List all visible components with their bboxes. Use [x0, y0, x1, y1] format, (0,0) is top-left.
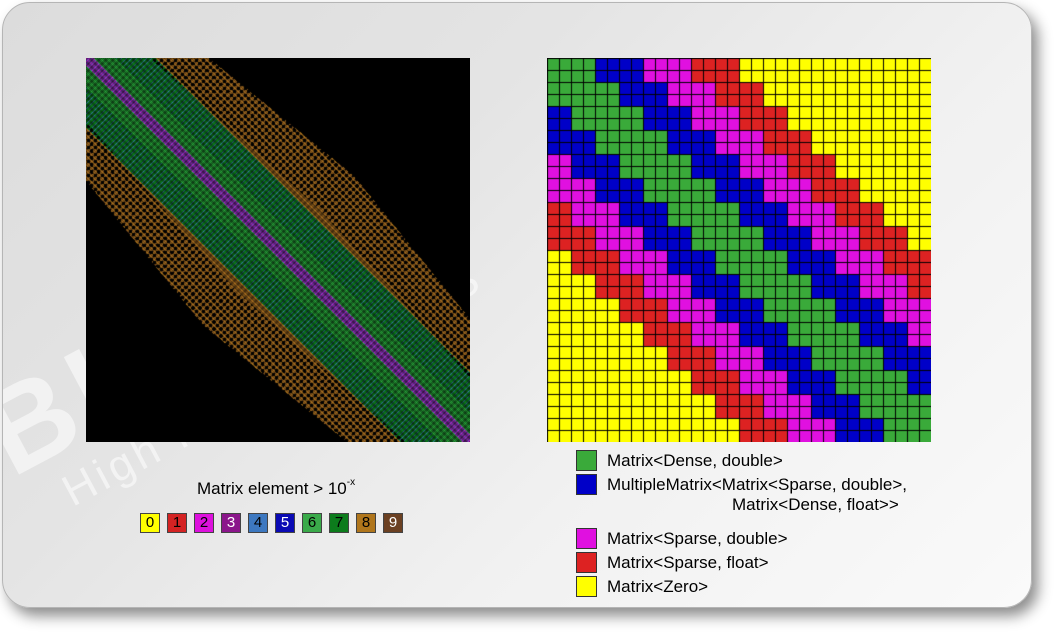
- legend-swatch: [576, 474, 597, 495]
- scale-box-0: 0: [140, 513, 160, 533]
- legend-swatch: [576, 552, 597, 573]
- legend-swatch: [576, 576, 597, 597]
- legend-label-line1: MultipleMatrix<Matrix<Sparse, double>,: [607, 475, 907, 494]
- scale-title-text: Matrix element > 10: [197, 479, 347, 498]
- legend-label: Matrix<Sparse, float>: [607, 553, 769, 573]
- legend-label: Matrix<Sparse, double>: [607, 529, 788, 549]
- legend-label: Matrix<Zero>: [607, 577, 708, 597]
- legend-label-line1: Matrix<Sparse, double>: [607, 529, 788, 548]
- legend-label-line1: Matrix<Sparse, float>: [607, 553, 769, 572]
- scale-title-exponent: -x: [346, 477, 356, 489]
- magnitude-color-scale: 0123456789: [140, 513, 403, 533]
- scale-box-5: 5: [275, 513, 295, 533]
- scale-box-1: 1: [167, 513, 187, 533]
- matrix-block-type-map: [547, 58, 931, 442]
- scale-box-3: 3: [221, 513, 241, 533]
- legend-label-line2: Matrix<Dense, float>>: [732, 495, 899, 514]
- scale-box-2: 2: [194, 513, 214, 533]
- scale-box-8: 8: [356, 513, 376, 533]
- legend-label-line1: Matrix<Zero>: [607, 577, 709, 596]
- legend-swatch: [576, 450, 597, 471]
- legend-swatch: [576, 528, 597, 549]
- scale-box-4: 4: [248, 513, 268, 533]
- scale-box-7: 7: [329, 513, 349, 533]
- legend-label: Matrix<Dense, double>: [607, 451, 783, 471]
- matrix-magnitude-heatmap: [86, 58, 470, 442]
- legend-label-line1: Matrix<Dense, double>: [607, 451, 783, 470]
- scale-box-9: 9: [383, 513, 403, 533]
- legend-label: MultipleMatrix<Matrix<Sparse, double>, Ma…: [607, 475, 907, 515]
- scale-title: Matrix element > 10-x: [197, 477, 356, 499]
- scale-box-6: 6: [302, 513, 322, 533]
